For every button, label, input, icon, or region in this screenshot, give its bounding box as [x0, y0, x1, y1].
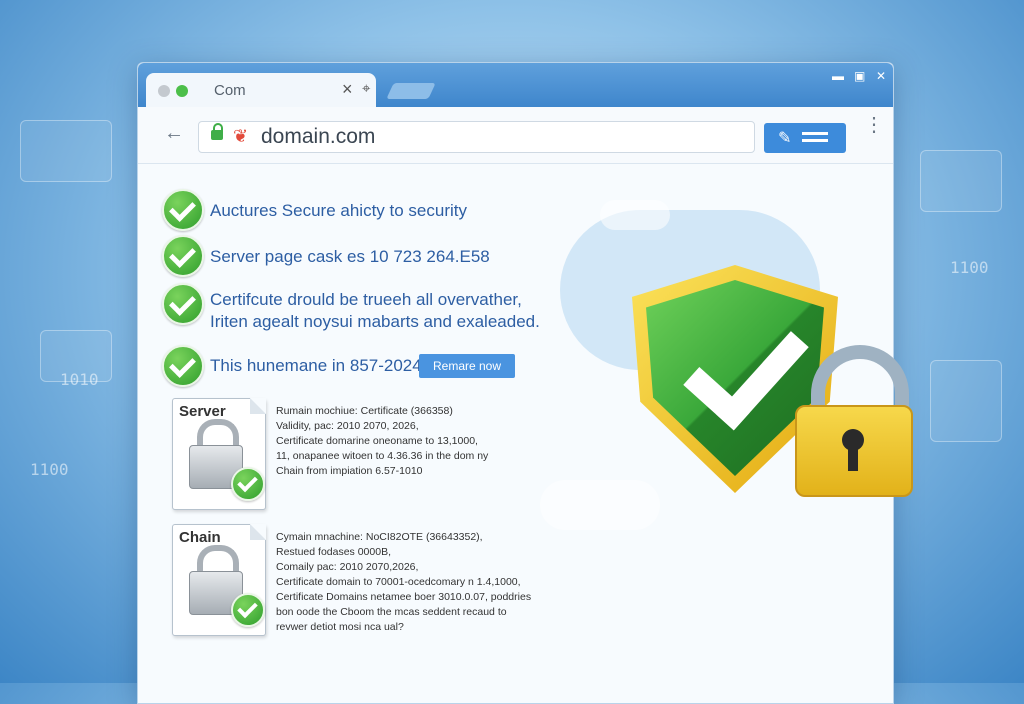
url-text[interactable]: domain.com — [261, 125, 375, 149]
more-options-icon[interactable]: ⋮ — [864, 115, 884, 135]
certificate-label: Server — [179, 403, 226, 420]
bg-panel — [920, 150, 1002, 212]
window-dot-icon[interactable] — [176, 85, 188, 97]
detail-line: 11, onapanee witoen to 4.36.36 in the do… — [276, 450, 489, 462]
checkmark-icon — [162, 235, 204, 277]
checkmark-icon — [231, 593, 265, 627]
detail-line: Rumain mochiue: Certificate (366358) — [276, 405, 453, 417]
toolbar: ← ❦ domain.com ✎ ⋮ — [138, 107, 893, 164]
detail-line: Restued fodases 0000B, — [276, 546, 391, 558]
chain-certificate-icon: Chain — [172, 524, 266, 636]
bg-panel — [20, 120, 112, 182]
cloud-shape — [540, 480, 660, 530]
padlock-icon — [795, 405, 913, 497]
menu-line — [802, 132, 828, 135]
checkmark-icon — [162, 283, 204, 325]
detail-line: Comaily pac: 2010 2070,2026, — [276, 561, 419, 573]
page-fold — [250, 398, 266, 414]
check-item-text: Certifcute drould be trueeh all overvath… — [210, 290, 522, 309]
lock-icon — [211, 123, 223, 140]
detail-line: bon oode the Cboom the mcas seddent reca… — [276, 606, 507, 618]
checkmark-icon — [162, 345, 204, 387]
keyhole-icon — [842, 429, 864, 471]
minimize-icon[interactable]: ▬ — [832, 69, 844, 83]
bg-binary: 1010 — [60, 370, 99, 389]
check-item-text: This hunemane in 857-2024... — [210, 356, 436, 375]
check-item-text: Auctures Secure ahicty to security — [210, 201, 468, 220]
remove-now-button[interactable]: Remare now — [419, 354, 515, 378]
checkmark-icon — [231, 467, 265, 501]
detail-line: Certificate domain to 70001-ocedcomary n… — [276, 576, 521, 588]
detail-line: Cymain mnachine: NoCI82OTE (36643352), — [276, 531, 483, 543]
detail-line: Certificate Domains netamee boer 3010.0.… — [276, 591, 532, 603]
detail-line: Validity, pac: 2010 2070, 2026, — [276, 420, 419, 432]
bg-binary: 1100 — [30, 460, 69, 479]
pencil-icon: ✎ — [778, 130, 792, 147]
server-certificate-icon: Server — [172, 398, 266, 510]
close-icon[interactable]: × — [342, 79, 353, 100]
back-arrow-icon[interactable]: ← — [164, 122, 184, 145]
site-logo-icon: ❦ — [233, 126, 249, 146]
bg-binary: 1100 — [950, 258, 989, 277]
tab-title: Com — [214, 82, 246, 99]
maximize-icon[interactable]: ▣ — [854, 69, 865, 83]
cloud-shape — [600, 200, 670, 230]
certificate-details: Cymain mnachine: NoCI82OTE (36643352), R… — [276, 530, 531, 635]
address-bar[interactable]: ❦ domain.com — [198, 121, 755, 153]
detail-line: Chain from impiation 6.57-1010 — [276, 465, 423, 477]
certificate-details: Rumain mochiue: Certificate (366358) Val… — [276, 404, 488, 479]
browser-tab[interactable]: Com × ⌖ — [146, 73, 376, 107]
check-item-text: Server page cask es 10 723 264.E58 — [210, 247, 490, 266]
certificate-label: Chain — [179, 529, 221, 546]
checkmark-icon — [162, 189, 204, 231]
detail-line: revwer detiot mosi nca ual? — [276, 621, 404, 633]
detail-line: Certificate domarine oneoname to 13,1000… — [276, 435, 478, 447]
move-icon[interactable]: ⌖ — [362, 80, 370, 97]
tab-bar: Com × ⌖ ▬ ▣ ✕ — [138, 63, 893, 107]
bg-panel — [930, 360, 1002, 442]
new-tab-button[interactable] — [386, 83, 436, 99]
window-close-icon[interactable]: ✕ — [876, 69, 886, 83]
check-item-text-line2: Iriten agealt noysui mabarts and exalead… — [210, 312, 540, 331]
edit-button[interactable]: ✎ — [764, 123, 846, 153]
window-dot-icon[interactable] — [158, 85, 170, 97]
page-fold — [250, 524, 266, 540]
menu-line — [802, 139, 828, 142]
